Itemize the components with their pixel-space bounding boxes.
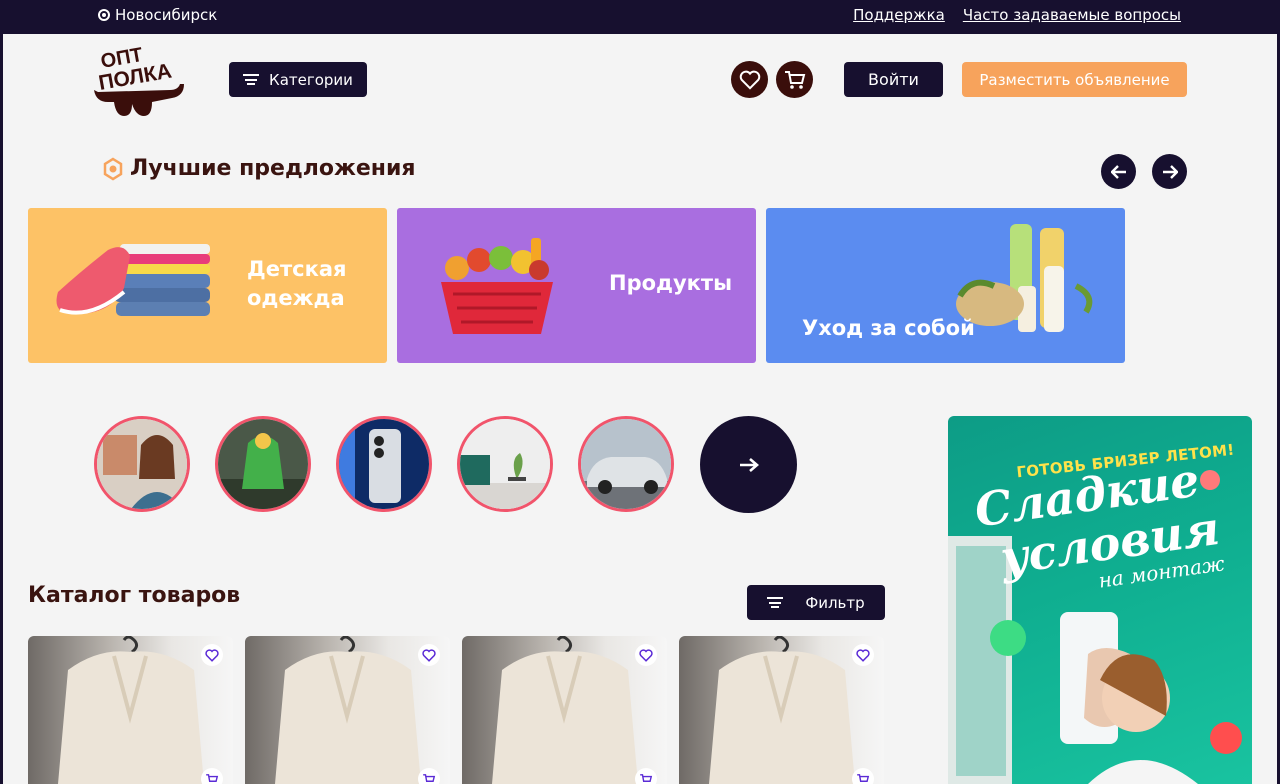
logo[interactable]: ОПТ ПОЛКА xyxy=(92,46,188,120)
cart-icon xyxy=(857,773,870,782)
cart-icon xyxy=(423,773,436,782)
catalog-title: Каталог товаров xyxy=(28,583,241,608)
product-card[interactable] xyxy=(245,636,450,784)
story-phone-image xyxy=(339,419,429,509)
ad-banner[interactable]: ГОТОВЬ БРИЗЕР ЛЕТОМ! Сладкие условия на … xyxy=(948,416,1252,784)
faq-link[interactable]: Часто задаваемые вопросы xyxy=(963,6,1181,24)
carousel-next-button[interactable] xyxy=(1152,154,1187,189)
story-person-image xyxy=(97,419,187,509)
arrow-right-icon xyxy=(1162,164,1178,179)
card-cart-button[interactable] xyxy=(852,768,874,784)
top-links: Поддержка Часто задаваемые вопросы xyxy=(853,6,1181,24)
story-person[interactable] xyxy=(94,416,190,512)
heart-icon xyxy=(739,70,760,90)
banner-products[interactable]: Продукты xyxy=(397,208,756,363)
login-button[interactable]: Войти xyxy=(844,62,943,97)
post-ad-button[interactable]: Разместить объявление xyxy=(962,62,1187,97)
cart-icon xyxy=(784,70,805,89)
card-favorite-button[interactable] xyxy=(852,644,874,666)
story-kids-clothes-image xyxy=(218,419,308,509)
story-phone[interactable] xyxy=(336,416,432,512)
card-favorite-button[interactable] xyxy=(418,644,440,666)
grocery-basket-image xyxy=(441,238,553,334)
banner-label-products: Продукты xyxy=(609,271,733,295)
heart-icon xyxy=(205,648,219,662)
card-cart-button[interactable] xyxy=(201,768,223,784)
card-cart-button[interactable] xyxy=(418,768,440,784)
filter-button[interactable]: Фильтр xyxy=(747,585,885,620)
heart-icon xyxy=(422,648,436,662)
heart-icon xyxy=(856,648,870,662)
city-selector[interactable]: Новосибирск xyxy=(98,6,217,24)
badge-icon xyxy=(103,157,123,180)
filter-icon xyxy=(767,597,784,608)
cart-icon xyxy=(206,773,219,782)
banner-label-kids: Детская одежда xyxy=(247,257,347,310)
product-card[interactable] xyxy=(462,636,667,784)
support-link[interactable]: Поддержка xyxy=(853,6,945,24)
best-offers-heading: Лучшие предложения xyxy=(102,156,416,181)
arrow-left-icon xyxy=(1110,164,1126,179)
heart-icon xyxy=(639,648,653,662)
card-cart-button[interactable] xyxy=(635,768,657,784)
best-offers-title: Лучшие предложения xyxy=(130,156,416,181)
arrow-right-icon xyxy=(739,457,759,472)
menu-icon xyxy=(243,74,260,85)
top-bar: Новосибирск Поддержка Часто задаваемые в… xyxy=(0,0,1280,34)
clothes-stack-image xyxy=(56,244,210,316)
filter-label: Фильтр xyxy=(805,593,865,612)
cart-button[interactable] xyxy=(776,61,813,98)
banner-self-care[interactable]: Уход за собой xyxy=(766,208,1125,363)
card-favorite-button[interactable] xyxy=(635,644,657,666)
stories-more-button[interactable] xyxy=(700,416,797,513)
favorites-button[interactable] xyxy=(731,61,768,98)
story-car[interactable] xyxy=(578,416,674,512)
story-furniture-image xyxy=(460,419,550,509)
story-kids-clothes[interactable] xyxy=(215,416,311,512)
cart-icon xyxy=(640,773,653,782)
window-edge-left xyxy=(0,34,3,784)
carousel-prev-button[interactable] xyxy=(1101,154,1136,189)
categories-button[interactable]: Категории xyxy=(229,62,367,97)
categories-label: Категории xyxy=(269,70,353,89)
banner-kids-clothing[interactable]: Детская одежда xyxy=(28,208,387,363)
banner-label-self-care: Уход за собой xyxy=(802,316,975,340)
city-label: Новосибирск xyxy=(115,6,218,24)
card-favorite-button[interactable] xyxy=(201,644,223,666)
location-pin-icon xyxy=(98,9,110,21)
story-furniture[interactable] xyxy=(457,416,553,512)
story-car-image xyxy=(581,419,671,509)
product-card[interactable] xyxy=(28,636,233,784)
product-card[interactable] xyxy=(679,636,884,784)
